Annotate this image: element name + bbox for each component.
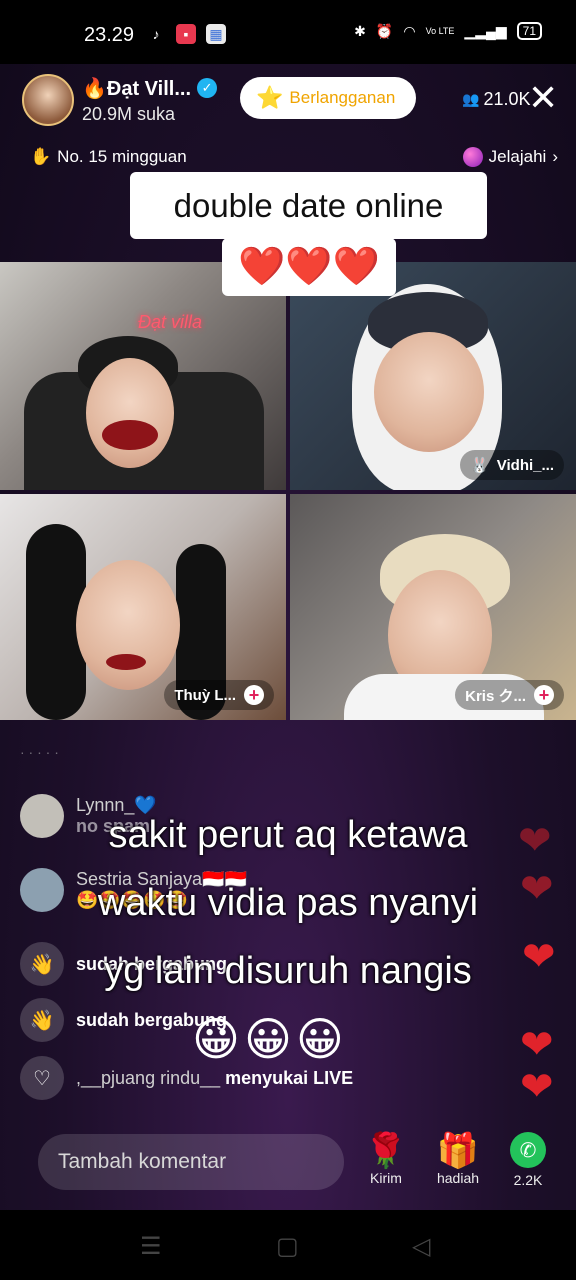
bluetooth-icon: ✱ <box>354 22 366 39</box>
subscribe-label: Berlangganan <box>289 88 396 107</box>
caption-emoji: 😀😀😀 <box>192 1013 348 1065</box>
navigation-bar: ☰ ▢ ◁ <box>0 1210 576 1280</box>
weekly-rank[interactable]: ✋ No. 15 mingguan <box>30 147 187 167</box>
guest-tile-3[interactable]: Thuỳ L... + <box>0 494 286 720</box>
host-meta: 🔥Đạt Vill... ✓ 20.9M suka <box>82 76 218 125</box>
guest-badge-icon: 🐰 <box>470 457 489 474</box>
send-rose-button[interactable]: 🌹 Kirim <box>356 1132 416 1186</box>
follow-plus-icon[interactable]: + <box>534 685 554 705</box>
status-time: 23.29 <box>84 24 135 46</box>
floating-heart-icon: ❤ <box>520 867 554 911</box>
rose-icon: 🌹 <box>364 1132 408 1170</box>
caption-line-2: waktu vidia pas nyanyi <box>97 882 479 924</box>
recorder-icon: ▪ <box>176 24 196 44</box>
wave-hand-icon: 👋 <box>20 998 64 1042</box>
status-bar: 23.29 ♪ ▪ ▦ ✱ ⏰ ◠ Vo LTE ▁▂▄▆ 71 <box>0 0 576 64</box>
home-square-icon[interactable]: ▢ <box>276 1232 299 1261</box>
face <box>76 560 180 690</box>
comment-faded: · · · · · <box>20 744 59 760</box>
guest-tile-host[interactable]: Đạt villa <box>0 262 286 490</box>
comment-text: menyukai LIVE <box>225 1067 354 1088</box>
host-likes: 20.9M suka <box>82 103 176 124</box>
guest-name-3: Thuỳ L... <box>174 686 236 704</box>
gift-label: hadiah <box>436 1170 480 1186</box>
host-name: 🔥Đạt Vill... ✓ <box>82 76 218 101</box>
caption-line-1: sakit perut aq ketawa <box>108 814 468 856</box>
send-label: Kirim <box>370 1170 402 1186</box>
rank-label: No. 15 mingguan <box>57 147 187 166</box>
status-indicators: ✱ ⏰ ◠ Vo LTE ▁▂▄▆ 71 <box>354 22 542 40</box>
guest-tile-2[interactable]: 🐰 Vidhi_... <box>290 262 576 490</box>
gift-button[interactable]: 🎁 hadiah <box>428 1132 488 1186</box>
comment-input[interactable]: Tambah komentar <box>38 1134 344 1190</box>
guest-tile-4[interactable]: Kris ク... + <box>290 494 576 720</box>
subscribe-button[interactable]: ⭐ Berlangganan <box>240 77 416 119</box>
neon-sign: Đạt villa <box>138 312 203 332</box>
app-icon: ▦ <box>206 24 226 44</box>
guest-label-3[interactable]: Thuỳ L... + <box>164 680 274 710</box>
follow-plus-icon[interactable]: + <box>244 685 264 705</box>
face <box>86 358 174 468</box>
back-icon[interactable]: ◁ <box>412 1232 430 1261</box>
battery-icon: 71 <box>516 22 542 40</box>
comment-user: Lynnn_💙 <box>76 795 157 815</box>
heart-outline-icon: ♡ <box>20 1056 64 1100</box>
status-notification-icons: ♪ ▪ ▦ <box>146 24 226 44</box>
share-button[interactable]: ✆ 2.2K <box>498 1132 558 1188</box>
close-button[interactable]: ✕ <box>528 80 558 116</box>
host-avatar[interactable] <box>22 74 74 126</box>
lips <box>102 420 158 450</box>
verified-icon: ✓ <box>197 78 218 98</box>
guest-label-2[interactable]: 🐰 Vidhi_... <box>460 450 564 480</box>
comment-user: ,__pjuang rindu__ <box>76 1067 221 1088</box>
caption-line-3: yg lain disuruh nangis <box>104 950 472 992</box>
tiktok-icon: ♪ <box>152 26 160 42</box>
share-count: 2.2K <box>513 1172 543 1188</box>
caption-sticker-title: double date online <box>130 172 487 239</box>
caption-sticker-hearts: ❤️❤️❤️ <box>222 238 396 296</box>
star-icon: ⭐ <box>256 85 284 110</box>
viewer-count[interactable]: 👥 21.0K <box>462 89 530 110</box>
floating-heart-icon: ❤ <box>520 1023 554 1067</box>
viewer-count-text: 21.0K <box>483 89 531 109</box>
face <box>374 332 484 452</box>
volte-indicator: Vo LTE <box>425 26 455 36</box>
hand-icon: ✋ <box>30 147 52 166</box>
explore-button[interactable]: Jelajahi › <box>462 147 558 167</box>
guest-name-4: Kris ク... <box>465 687 526 705</box>
alarm-icon: ⏰ <box>375 22 394 39</box>
lips <box>106 654 146 670</box>
floating-heart-icon: ❤ <box>522 935 556 979</box>
wifi-icon: ◠ <box>403 22 416 39</box>
explore-label: Jelajahi <box>488 147 547 166</box>
whatsapp-icon: ✆ <box>510 1132 546 1168</box>
menu-icon[interactable]: ☰ <box>140 1232 162 1261</box>
guest-name-2: Vidhi_... <box>496 456 554 474</box>
floating-heart-icon: ❤ <box>520 1065 554 1109</box>
chevron-right-icon: › <box>552 147 558 166</box>
floating-heart-icon: ❤ <box>518 819 552 863</box>
signal-icon: ▁▂▄▆ <box>464 22 507 39</box>
host-info[interactable]: 🔥Đạt Vill... ✓ 20.9M suka <box>22 74 218 126</box>
guest-label-4[interactable]: Kris ク... + <box>455 680 564 710</box>
host-name-text: 🔥Đạt Vill... <box>82 77 192 100</box>
explore-orb-icon <box>462 147 483 167</box>
gift-icon: 🎁 <box>436 1132 480 1170</box>
viewers-icon: 👥 <box>462 91 480 107</box>
